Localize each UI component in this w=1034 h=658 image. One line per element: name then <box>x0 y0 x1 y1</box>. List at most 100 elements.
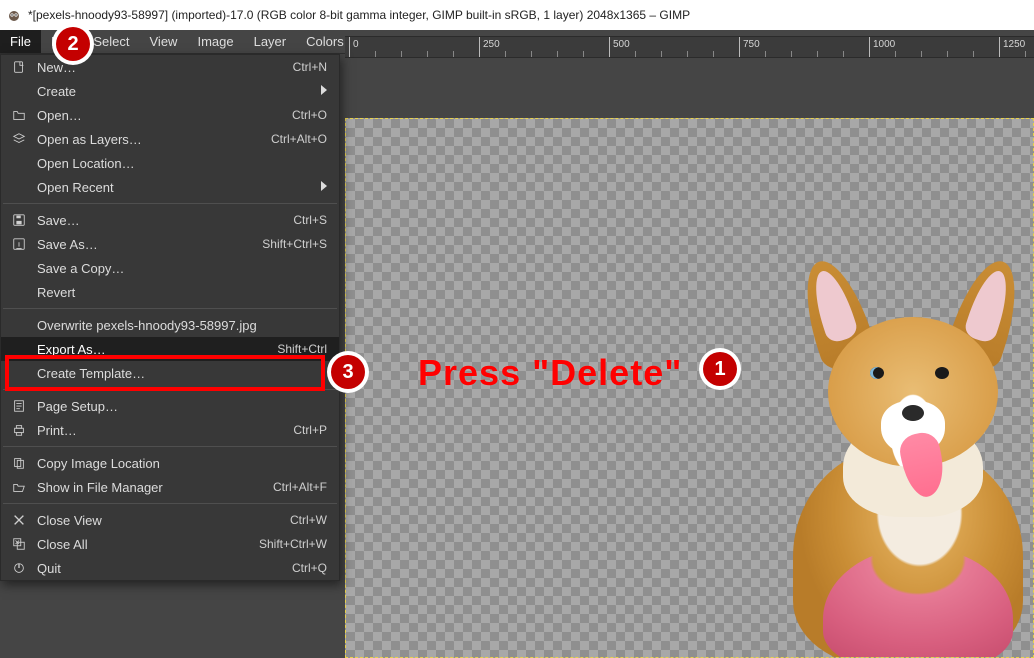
menuitem-open[interactable]: Open… Ctrl+O <box>1 103 339 127</box>
menuitem-shortcut: Ctrl+Alt+F <box>273 480 327 494</box>
menuitem-revert[interactable]: Revert <box>1 280 339 304</box>
menuitem-label: Open Recent <box>37 180 311 195</box>
menuitem-shortcut: Ctrl+Alt+O <box>271 132 327 146</box>
quit-icon <box>11 560 27 576</box>
ruler-minor-tick <box>375 51 376 58</box>
menu-separator <box>3 446 337 447</box>
menu-separator <box>3 308 337 309</box>
ruler-major-label: 500 <box>613 39 630 50</box>
ruler-minor-tick <box>505 51 506 58</box>
blank-icon <box>11 155 27 171</box>
ruler-minor-tick <box>687 51 688 58</box>
save-as-icon <box>11 236 27 252</box>
menuitem-open-location[interactable]: Open Location… <box>1 151 339 175</box>
folder-icon <box>11 107 27 123</box>
menuitem-open-recent[interactable]: Open Recent <box>1 175 339 199</box>
print-icon <box>11 422 27 438</box>
ruler-minor-tick <box>427 51 428 58</box>
menu-image[interactable]: Image <box>187 30 243 53</box>
menuitem-save-a-copy[interactable]: Save a Copy… <box>1 256 339 280</box>
menuitem-label: Revert <box>37 285 317 300</box>
ruler-minor-tick <box>401 51 402 58</box>
ruler-major-label: 250 <box>483 39 500 50</box>
annotation-badge-2: 2 <box>56 27 90 61</box>
menuitem-close-all[interactable]: Close AllShift+Ctrl+W <box>1 532 339 556</box>
ruler-major-label: 750 <box>743 39 760 50</box>
ruler-minor-tick <box>1025 51 1026 58</box>
menu-layer[interactable]: Layer <box>244 30 297 53</box>
ruler-minor-tick <box>947 51 948 58</box>
window-titlebar: *[pexels-hnoody93-58997] (imported)-17.0… <box>0 0 1034 30</box>
menuitem-label: Overwrite pexels-hnoody93-58997.jpg <box>37 318 317 333</box>
ruler-minor-tick <box>531 51 532 58</box>
ruler-major-label: 1000 <box>873 39 895 50</box>
menu-separator <box>3 203 337 204</box>
menuitem-shortcut: Shift+Ctrl+S <box>262 237 327 251</box>
doc-new-icon <box>11 59 27 75</box>
ruler-minor-tick <box>843 51 844 58</box>
folder-open-icon <box>11 479 27 495</box>
menuitem-shortcut: Ctrl+W <box>290 513 327 527</box>
menuitem-shortcut: Ctrl+S <box>293 213 327 227</box>
ruler-minor-tick <box>635 51 636 58</box>
menuitem-label: Copy Image Location <box>37 456 317 471</box>
menuitem-quit[interactable]: QuitCtrl+Q <box>1 556 339 580</box>
annotation-badge-1: 1 <box>703 352 737 386</box>
menuitem-new[interactable]: New… Ctrl+N <box>1 55 339 79</box>
file-menu-dropdown: New… Ctrl+N Create Open… Ctrl+O Open as Layer… <box>0 54 340 581</box>
menuitem-open-as-layers[interactable]: Open as Layers… Ctrl+Alt+O <box>1 127 339 151</box>
blank-icon <box>11 284 27 300</box>
close-all-icon <box>11 536 27 552</box>
ruler-major-mark: 750 <box>739 37 740 57</box>
window-title-text: *[pexels-hnoody93-58997] (imported)-17.0… <box>28 8 690 22</box>
ruler-minor-tick <box>557 51 558 58</box>
ruler-major-label: 1250 <box>1003 39 1025 50</box>
ruler-major-mark: 1000 <box>869 37 870 57</box>
menu-file[interactable]: File <box>0 30 41 53</box>
menuitem-create[interactable]: Create <box>1 79 339 103</box>
menuitem-label: Open… <box>37 108 282 123</box>
menuitem-print[interactable]: Print… Ctrl+P <box>1 418 339 442</box>
menuitem-overwrite-pexels-hnoody93-58997-jpg[interactable]: Overwrite pexels-hnoody93-58997.jpg <box>1 313 339 337</box>
ruler-minor-tick <box>713 51 714 58</box>
menuitem-label: Open as Layers… <box>37 132 261 147</box>
ruler-minor-tick <box>973 51 974 58</box>
menuitem-close-view[interactable]: Close View Ctrl+W <box>1 508 339 532</box>
menuitem-shortcut: Ctrl+P <box>293 423 327 437</box>
menuitem-show-in-file-manager[interactable]: Show in File ManagerCtrl+Alt+F <box>1 475 339 499</box>
chevron-right-icon <box>321 84 327 98</box>
copy-icon <box>11 455 27 471</box>
ruler-major-mark: 250 <box>479 37 480 57</box>
menuitem-copy-image-location[interactable]: Copy Image Location <box>1 451 339 475</box>
ruler-major-mark: 1250 <box>999 37 1000 57</box>
close-icon <box>11 512 27 528</box>
ruler-minor-tick <box>583 51 584 58</box>
menu-separator <box>3 503 337 504</box>
page-setup-icon <box>11 398 27 414</box>
blank-icon <box>11 83 27 99</box>
menuitem-page-setup[interactable]: Page Setup… <box>1 394 339 418</box>
blank-icon <box>11 260 27 276</box>
menuitem-label: Print… <box>37 423 283 438</box>
layers-icon <box>11 131 27 147</box>
menuitem-label: New… <box>37 60 283 75</box>
gimp-app-icon <box>6 7 22 23</box>
annotation-press-delete: Press "Delete" <box>418 352 682 394</box>
menuitem-shortcut: Ctrl+N <box>293 60 327 74</box>
menuitem-label: Page Setup… <box>37 399 317 414</box>
menuitem-label: Create <box>37 84 311 99</box>
ruler-minor-tick <box>453 51 454 58</box>
ruler-major-label: 0 <box>353 39 359 50</box>
menu-view[interactable]: View <box>140 30 188 53</box>
menuitem-label: Close View <box>37 513 280 528</box>
ruler-major-mark: 500 <box>609 37 610 57</box>
ruler-minor-tick <box>921 51 922 58</box>
menuitem-save[interactable]: Save…Ctrl+S <box>1 208 339 232</box>
blank-icon <box>11 317 27 333</box>
save-icon <box>11 212 27 228</box>
menuitem-save-as[interactable]: Save As…Shift+Ctrl+S <box>1 232 339 256</box>
menu-select[interactable]: Select <box>83 30 139 53</box>
menuitem-shortcut: Shift+Ctrl+W <box>259 537 327 551</box>
menuitem-shortcut: Ctrl+O <box>292 108 327 122</box>
ruler-minor-tick <box>895 51 896 58</box>
